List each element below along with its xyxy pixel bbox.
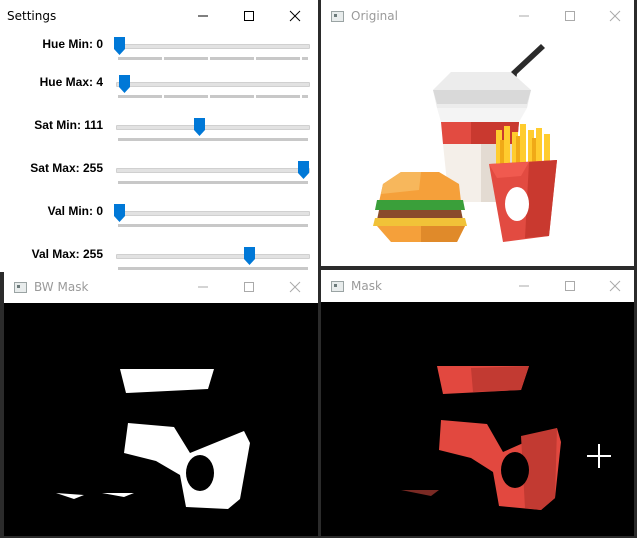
slider-val-max: Val Max: 255 [0, 247, 315, 272]
close-button[interactable] [592, 0, 634, 32]
close-button[interactable] [592, 270, 634, 302]
close-icon [289, 10, 301, 22]
slider-hue-min: Hue Min: 0 [0, 37, 315, 77]
slider-track[interactable] [116, 44, 310, 49]
original-titlebar[interactable]: Original [321, 0, 634, 32]
slider-track[interactable] [116, 254, 310, 259]
slider-thumb[interactable] [244, 247, 255, 265]
slider-label: Val Max: 255 [31, 247, 103, 261]
slider-hue-max: Hue Max: 4 [0, 75, 315, 115]
app-icon [14, 282, 27, 293]
minimize-icon [198, 286, 208, 288]
minimize-icon [198, 15, 208, 17]
close-icon [609, 10, 621, 22]
maximize-button[interactable] [547, 270, 593, 302]
slider-thumb[interactable] [194, 118, 205, 136]
maximize-icon [244, 282, 254, 292]
binary-mask-shape [56, 369, 250, 509]
slider-thumb[interactable] [114, 204, 125, 222]
mask-titlebar[interactable]: Mask [321, 270, 634, 302]
slider-thumb[interactable] [298, 161, 309, 179]
minimize-button[interactable] [501, 0, 547, 32]
slider-label: Hue Min: 0 [42, 37, 103, 51]
mask-image [321, 302, 634, 536]
slider-track[interactable] [116, 168, 310, 173]
minimize-icon [519, 285, 529, 287]
settings-window: Settings Hue Min: 0 Hue Max: 4 Sat Min: … [0, 0, 318, 272]
bw-mask-titlebar[interactable]: BW Mask [4, 271, 318, 303]
maximize-button[interactable] [226, 271, 272, 303]
maximize-button[interactable] [547, 0, 593, 32]
maximize-icon [244, 11, 254, 21]
slider-track[interactable] [116, 82, 310, 87]
close-button[interactable] [272, 0, 318, 32]
slider-ticks [118, 181, 308, 184]
bw-mask-window: BW Mask [4, 271, 318, 536]
slider-ticks [118, 95, 308, 98]
slider-sat-min: Sat Min: 111 [0, 118, 315, 158]
window-title: BW Mask [34, 280, 89, 294]
slider-thumb[interactable] [119, 75, 130, 93]
original-image [321, 32, 634, 266]
window-title: Original [351, 9, 398, 23]
original-window: Original [321, 0, 634, 266]
slider-label: Hue Max: 4 [39, 75, 103, 89]
maximize-icon [565, 11, 575, 21]
close-icon [289, 281, 301, 293]
window-title: Settings [7, 9, 57, 23]
slider-label: Sat Min: 111 [34, 118, 103, 132]
app-icon [331, 11, 344, 22]
minimize-icon [519, 15, 529, 17]
minimize-button[interactable] [180, 271, 226, 303]
maximize-icon [565, 281, 575, 291]
settings-titlebar[interactable]: Settings [0, 0, 318, 32]
slider-label: Sat Max: 255 [30, 161, 103, 175]
app-icon [331, 281, 344, 292]
slider-track[interactable] [116, 211, 310, 216]
slider-sat-max: Sat Max: 255 [0, 161, 315, 201]
crosshair-cursor-icon [587, 444, 611, 468]
slider-ticks [118, 57, 308, 60]
slider-val-min: Val Min: 0 [0, 204, 315, 244]
slider-label: Val Min: 0 [47, 204, 103, 218]
slider-ticks [118, 267, 308, 270]
minimize-button[interactable] [180, 0, 226, 32]
slider-ticks [118, 138, 308, 141]
maximize-button[interactable] [226, 0, 272, 32]
slider-thumb[interactable] [114, 37, 125, 55]
window-title: Mask [351, 279, 382, 293]
close-icon [609, 280, 621, 292]
minimize-button[interactable] [501, 270, 547, 302]
masked-red-shape [401, 366, 561, 510]
close-button[interactable] [272, 271, 318, 303]
mask-window: Mask [321, 270, 634, 536]
fast-food-illustration [373, 44, 557, 242]
slider-ticks [118, 224, 308, 227]
bw-mask-image [4, 303, 318, 536]
slider-track[interactable] [116, 125, 310, 130]
